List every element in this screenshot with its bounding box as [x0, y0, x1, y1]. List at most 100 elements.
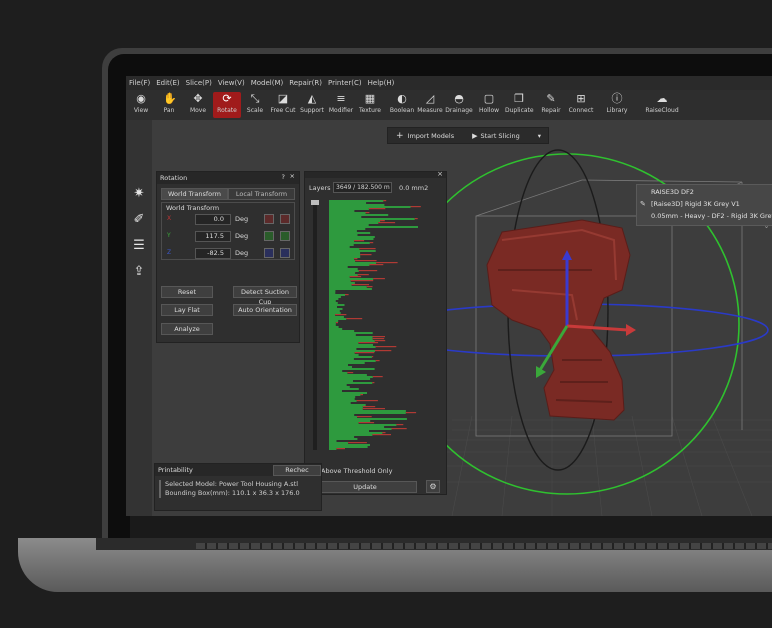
histogram-green-bar [329, 262, 377, 264]
histogram-green-bar [329, 258, 355, 260]
z-rotate-plus-button[interactable] [280, 248, 290, 258]
close-icon[interactable]: × [437, 170, 443, 178]
list-icon[interactable]: ☰ [131, 238, 147, 254]
edit-icon[interactable]: ✎ [640, 200, 646, 208]
histogram-green-bar [329, 428, 392, 430]
histogram-green-bar [329, 350, 375, 352]
menu-edit[interactable]: Edit(E) [156, 79, 179, 87]
histogram-green-bar [329, 296, 341, 298]
area-value: 0.0 mm2 [399, 184, 429, 192]
y-value-input[interactable]: 117.5 [195, 231, 231, 242]
layer-slider-track[interactable] [311, 200, 319, 450]
menu-model[interactable]: Model(M) [251, 79, 284, 87]
tool-raisecloud-button[interactable]: ☁ RaiseCloud [644, 92, 680, 118]
tool-label: Connect [568, 107, 594, 114]
menu-file[interactable]: File(F) [129, 79, 150, 87]
update-button[interactable]: Update [313, 481, 417, 493]
x-rotate-minus-button[interactable] [264, 214, 274, 224]
menu-help[interactable]: Help(H) [368, 79, 395, 87]
tool-repair-button[interactable]: ✎ Repair [537, 92, 565, 118]
menu-repair[interactable]: Repair(R) [289, 79, 322, 87]
tool-hollow-button[interactable]: ▢ Hollow [475, 92, 503, 118]
histogram-green-bar [329, 260, 356, 262]
tab-world-transform[interactable]: World Transform [161, 188, 228, 200]
reset-button[interactable]: Reset [161, 286, 213, 298]
rotation-title: Rotation [160, 174, 188, 182]
tool-label: RaiseCloud [645, 107, 679, 114]
histogram-red-bar [354, 352, 375, 354]
tool-label: Scale [246, 107, 264, 114]
histogram-red-bar [346, 318, 363, 320]
import-models-button[interactable]: Import Models [408, 132, 455, 140]
tool-connect-button[interactable]: ⊞ Connect [567, 92, 595, 118]
layer-slider-handle[interactable] [311, 200, 319, 205]
histogram-green-bar [329, 412, 406, 414]
tool-pan-button[interactable]: ✋ Pan [155, 92, 183, 118]
x-unit: Deg [235, 215, 249, 223]
chevron-down-icon[interactable]: ▾ [538, 132, 541, 140]
tool-boolean-button[interactable]: ◐ Boolean [388, 92, 416, 118]
lay-flat-button[interactable]: Lay Flat [161, 304, 213, 316]
menu-printer[interactable]: Printer(C) [328, 79, 362, 87]
histogram-red-bar [375, 360, 380, 362]
tool-texture-button[interactable]: ▦ Texture [356, 92, 384, 118]
x-rotate-plus-button[interactable] [280, 214, 290, 224]
tool-duplicate-button[interactable]: ❐ Duplicate [505, 92, 534, 118]
printer-profile-popover: ✎ RAISE3D DF2 [Raise3D] Rigid 3K Grey V1… [636, 184, 772, 226]
detect-suction-cup-button[interactable]: Detect Suction Cup [233, 286, 297, 306]
histogram-green-bar [329, 444, 370, 446]
start-slicing-button[interactable]: Start Slicing [480, 132, 519, 140]
boolean-icon: ◐ [397, 92, 407, 105]
layers-input[interactable]: 3649 / 182.500 m [333, 182, 392, 193]
tool-rotate-button[interactable]: ⟳ Rotate [213, 92, 241, 118]
close-icon[interactable]: × [290, 172, 295, 180]
tool-view-button[interactable]: ◉ View [127, 92, 155, 118]
tool-drainage-button[interactable]: ◓ Drainage [445, 92, 473, 118]
tool-free-cut-button[interactable]: ◪ Free Cut [269, 92, 297, 118]
layer-area-histogram [329, 200, 421, 450]
histogram-red-bar [354, 258, 358, 260]
tool-label: Drainage [445, 107, 473, 114]
z-value-input[interactable]: -82.5 [195, 248, 231, 259]
histogram-red-bar [375, 346, 397, 348]
histogram-red-bar [372, 336, 385, 338]
wrench-icon[interactable]: ✐ [131, 212, 147, 228]
import-bar: + Import Models ▶ Start Slicing ▾ [387, 127, 549, 144]
x-value-input[interactable]: 0.0 [195, 214, 231, 225]
tool-library-button[interactable]: ⓘ Library [603, 92, 631, 118]
z-rotate-minus-button[interactable] [264, 248, 274, 258]
menu-view[interactable]: View(V) [218, 79, 245, 87]
export-icon[interactable]: ⇪ [131, 264, 147, 280]
material-name[interactable]: [Raise3D] Rigid 3K Grey V1 [651, 200, 740, 208]
y-rotate-minus-button[interactable] [264, 231, 274, 241]
menu-slice[interactable]: Slice(P) [186, 79, 212, 87]
histogram-green-bar [329, 298, 339, 300]
histogram-red-bar [369, 264, 384, 266]
y-rotate-plus-button[interactable] [280, 231, 290, 241]
histogram-green-bar [329, 336, 373, 338]
analyze-button[interactable]: Analyze [161, 323, 213, 335]
help-icon[interactable]: ? [282, 173, 285, 181]
printer-name[interactable]: RAISE3D DF2 [651, 188, 694, 196]
texture-icon: ▦ [364, 92, 376, 105]
y-unit: Deg [235, 232, 249, 240]
histogram-green-bar [329, 252, 361, 254]
profile-name[interactable]: 0.05mm - Heavy - DF2 - Rigid 3K Grey [651, 212, 772, 220]
histogram-red-bar [357, 416, 372, 418]
tab-local-transform[interactable]: Local Transform [228, 188, 295, 200]
tool-support-button[interactable]: ◭ Support [298, 92, 326, 118]
tool-measure-button[interactable]: ◿ Measure [416, 92, 444, 118]
magic-wand-icon[interactable]: ✷ [131, 186, 147, 202]
tool-modifier-button[interactable]: ≡ Modifier [327, 92, 355, 118]
tool-scale-button[interactable]: ⤡ Scale [241, 92, 269, 118]
histogram-green-bar [329, 234, 358, 236]
scale-icon: ⤡ [250, 92, 260, 105]
recheck-button[interactable]: Rechec [273, 465, 321, 476]
layers-panel: × Layers 3649 / 182.500 m 0.0 mm2 Above … [304, 170, 447, 495]
histogram-green-bar [329, 442, 349, 444]
tool-move-button[interactable]: ✥ Move [184, 92, 212, 118]
histogram-green-bar [329, 330, 355, 332]
histogram-red-bar [348, 442, 367, 444]
auto-orientation-button[interactable]: Auto Orientation [233, 304, 297, 316]
gear-icon[interactable]: ⚙ [426, 480, 440, 493]
